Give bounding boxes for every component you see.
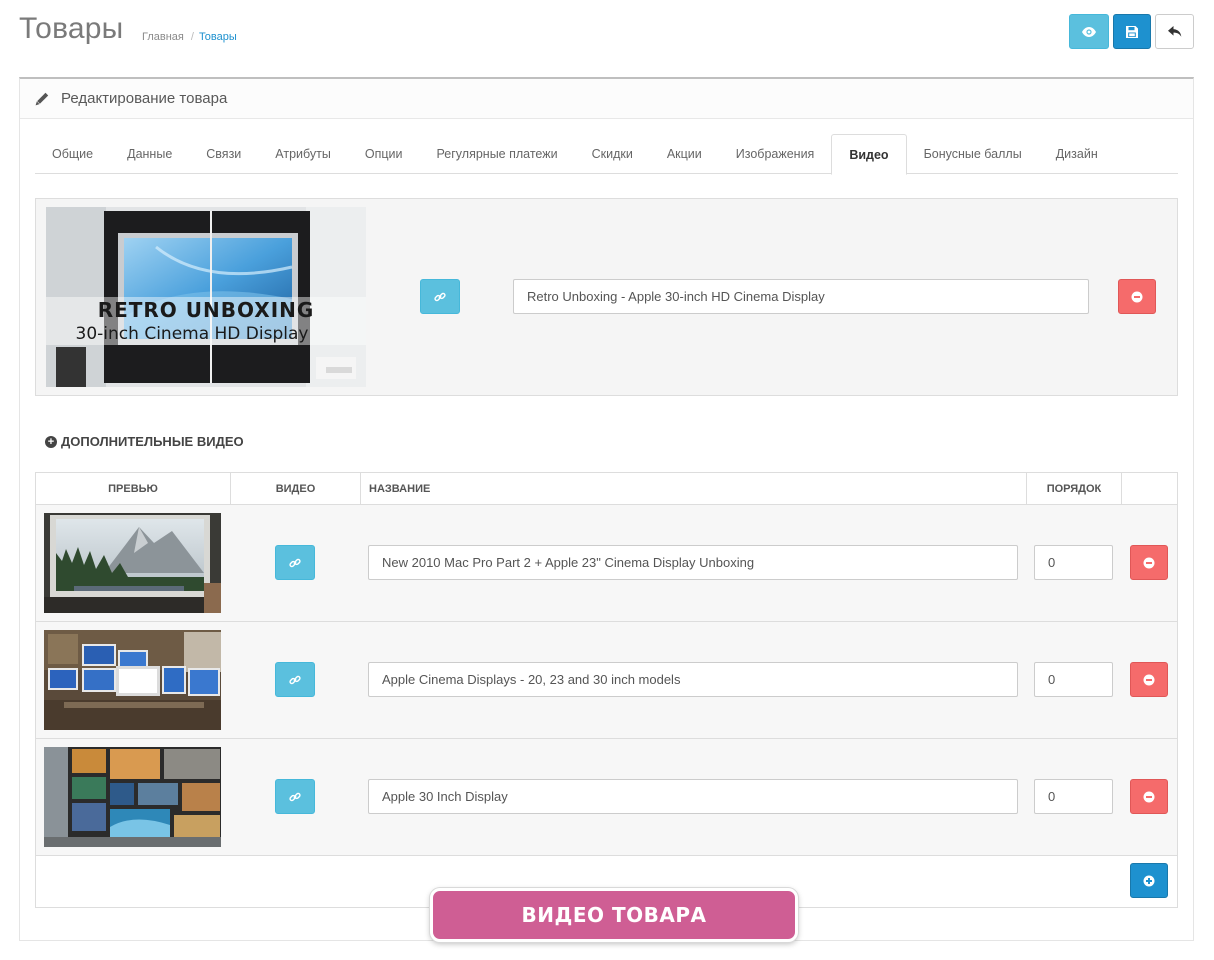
- video-name-input[interactable]: Apple 30 Inch Display: [368, 779, 1018, 814]
- breadcrumb-current[interactable]: Товары: [199, 31, 237, 43]
- tab-options[interactable]: Опции: [348, 134, 420, 174]
- tab-design[interactable]: Дизайн: [1039, 134, 1115, 174]
- thumbnail-caption-subtitle: 30-inch Cinema HD Display: [76, 324, 309, 344]
- video-link-button[interactable]: [275, 779, 315, 814]
- page-title: Товары: [19, 12, 124, 45]
- panel-heading: Редактирование товара: [20, 79, 1193, 119]
- plus-circle-icon: [1143, 875, 1155, 887]
- panel-heading-title: Редактирование товара: [61, 90, 228, 107]
- tab-general[interactable]: Общие: [35, 134, 110, 174]
- video-thumbnail[interactable]: [44, 513, 221, 613]
- minus-circle-icon: [1143, 557, 1155, 569]
- breadcrumb-separator: /: [190, 31, 194, 43]
- additional-videos-title: + ДОПОЛНИТЕЛЬНЫЕ ВИДЕО: [45, 434, 244, 449]
- breadcrumb-home[interactable]: Главная: [142, 31, 184, 43]
- link-icon: [289, 557, 301, 569]
- table-row: Apple 30 Inch Display 0: [36, 739, 1177, 856]
- thumbnail-caption-title: RETRO UNBOXING: [98, 298, 315, 322]
- reply-icon: [1167, 25, 1182, 38]
- main-video-remove-button[interactable]: [1118, 279, 1156, 314]
- video-order-input[interactable]: 0: [1034, 662, 1113, 697]
- tab-discounts[interactable]: Скидки: [575, 134, 650, 174]
- preview-button[interactable]: [1069, 14, 1109, 49]
- pencil-icon: [35, 92, 49, 106]
- tab-specials[interactable]: Акции: [650, 134, 719, 174]
- column-header-video: ВИДЕО: [231, 473, 361, 504]
- column-header-name: НАЗВАНИЕ: [361, 473, 1027, 504]
- additional-videos-title-text: ДОПОЛНИТЕЛЬНЫЕ ВИДЕО: [61, 434, 244, 449]
- video-remove-button[interactable]: [1130, 779, 1168, 814]
- column-header-actions: [1122, 473, 1177, 504]
- main-video-block: RETRO UNBOXING 30-inch Cinema HD Display…: [35, 198, 1178, 396]
- main-video-title-input[interactable]: Retro Unboxing - Apple 30-inch HD Cinema…: [513, 279, 1089, 314]
- minus-circle-icon: [1143, 791, 1155, 803]
- breadcrumb: Главная / Товары: [142, 31, 237, 43]
- column-header-preview: ПРЕВЬЮ: [36, 473, 231, 504]
- video-name-input[interactable]: Apple Cinema Displays - 20, 23 and 30 in…: [368, 662, 1018, 697]
- product-edit-panel: Редактирование товара Общие Данные Связи…: [19, 77, 1194, 941]
- video-product-banner: ВИДЕО ТОВАРА: [430, 888, 798, 942]
- save-button[interactable]: [1113, 14, 1151, 49]
- video-link-button[interactable]: [275, 662, 315, 697]
- video-remove-button[interactable]: [1130, 545, 1168, 580]
- add-video-button[interactable]: [1130, 863, 1168, 898]
- table-header: ПРЕВЬЮ ВИДЕО НАЗВАНИЕ ПОРЯДОК: [36, 473, 1177, 505]
- table-row: New 2010 Mac Pro Part 2 + Apple 23" Cine…: [36, 505, 1177, 622]
- video-order-input[interactable]: 0: [1034, 545, 1113, 580]
- back-button[interactable]: [1155, 14, 1194, 49]
- save-icon: [1126, 25, 1138, 38]
- plus-circle-icon: +: [45, 435, 57, 448]
- minus-circle-icon: [1131, 291, 1143, 303]
- minus-circle-icon: [1143, 674, 1155, 686]
- video-link-button[interactable]: [275, 545, 315, 580]
- video-order-input[interactable]: 0: [1034, 779, 1113, 814]
- video-name-input[interactable]: New 2010 Mac Pro Part 2 + Apple 23" Cine…: [368, 545, 1018, 580]
- tab-recurring[interactable]: Регулярные платежи: [420, 134, 575, 174]
- tab-reward-points[interactable]: Бонусные баллы: [907, 134, 1039, 174]
- tab-bar: Общие Данные Связи Атрибуты Опции Регуля…: [35, 134, 1178, 175]
- main-video-thumbnail[interactable]: RETRO UNBOXING 30-inch Cinema HD Display: [46, 207, 366, 387]
- eye-icon: [1082, 26, 1096, 37]
- link-icon: [289, 674, 301, 686]
- table-row: Apple Cinema Displays - 20, 23 and 30 in…: [36, 622, 1177, 739]
- tab-data[interactable]: Данные: [110, 134, 189, 174]
- additional-videos-table: ПРЕВЬЮ ВИДЕО НАЗВАНИЕ ПОРЯДОК New 2010 M…: [35, 472, 1178, 908]
- video-thumbnail[interactable]: [44, 630, 221, 730]
- tab-attributes[interactable]: Атрибуты: [258, 134, 348, 174]
- tab-video[interactable]: Видео: [831, 134, 907, 175]
- link-icon: [434, 291, 446, 303]
- video-thumbnail[interactable]: [44, 747, 221, 847]
- link-icon: [289, 791, 301, 803]
- tab-links[interactable]: Связи: [189, 134, 258, 174]
- tab-images[interactable]: Изображения: [719, 134, 832, 174]
- column-header-order: ПОРЯДОК: [1027, 473, 1122, 504]
- video-remove-button[interactable]: [1130, 662, 1168, 697]
- main-video-link-button[interactable]: [420, 279, 460, 314]
